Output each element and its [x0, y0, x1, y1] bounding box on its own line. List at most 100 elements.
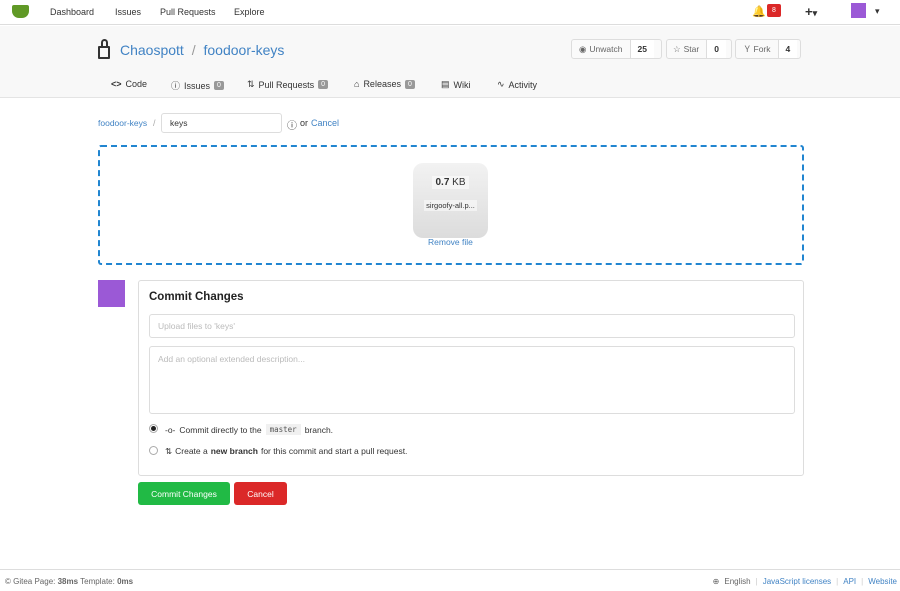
commit-form: Commit Changes Upload files to 'keys' Ad… [138, 280, 804, 476]
radio-new-branch[interactable] [149, 446, 158, 455]
git-commit-icon: -o- [165, 424, 176, 435]
count-badge: 0 [214, 81, 224, 90]
notification-badge[interactable]: 8 [767, 4, 781, 17]
fork-icon: Ｙ [743, 44, 752, 54]
count-badge: 0 [318, 80, 328, 89]
create-menu[interactable]: +▾ [805, 4, 817, 19]
pull-request-icon: ⇅ [247, 79, 255, 89]
summary-placeholder: Upload files to 'keys' [158, 321, 235, 331]
js-licenses-link[interactable]: JavaScript licenses [763, 577, 831, 586]
file-size: 0.7 KB [432, 176, 469, 189]
commit-changes-button[interactable]: Commit Changes [138, 482, 230, 505]
lock-icon [98, 46, 110, 59]
tab-label: Pull Requests [258, 79, 315, 90]
divider: | [861, 577, 864, 586]
commit-description-textarea[interactable]: Add an optional extended description... [149, 346, 795, 414]
option-text: Create a [175, 446, 208, 456]
bell-icon[interactable]: 🔔 [752, 5, 766, 18]
option-text: Commit directly to the [179, 424, 262, 435]
repo-name-link[interactable]: foodoor-keys [204, 42, 285, 58]
tab-releases[interactable]: ⌂ Releases 0 [354, 79, 415, 89]
divider: | [836, 577, 839, 586]
remove-file-link[interactable]: Remove file [428, 237, 473, 247]
page-time: 38ms [57, 577, 79, 586]
tag-icon: ⌂ [354, 79, 360, 89]
file-name: sirgoofy-all.p... [424, 200, 477, 211]
tab-label: Code [125, 79, 148, 89]
fork-label: Fork [753, 44, 771, 54]
branch-name: master [265, 424, 301, 435]
watch-count[interactable]: 25 [629, 40, 654, 58]
globe-icon[interactable]: ⊕ [713, 577, 720, 586]
gitea-logo[interactable] [12, 5, 29, 18]
template-label: Template: [80, 577, 115, 586]
star-count[interactable]: 0 [706, 40, 726, 58]
plus-icon: + [805, 4, 813, 19]
option-text: branch. [304, 424, 334, 435]
fork-count[interactable]: 4 [777, 40, 798, 58]
committer-avatar [98, 280, 125, 307]
count-badge: 0 [404, 79, 415, 89]
website-link[interactable]: Website [868, 577, 897, 586]
caret-icon: ▾ [812, 8, 818, 18]
lock-shackle [101, 39, 108, 47]
language-selector[interactable]: English [724, 577, 750, 586]
directory-input[interactable]: keys [161, 113, 282, 133]
tab-issues[interactable]: ⓘ Issues 0 [171, 79, 224, 92]
footer: © Gitea Page: 38ms Template: 0ms ⊕ Englis… [0, 569, 900, 591]
tab-label: Issues [184, 80, 211, 91]
option-new-branch: ⇅ Create a new branch for this commit and s… [165, 446, 407, 457]
api-link[interactable]: API [843, 577, 856, 586]
size-unit: KB [452, 177, 466, 188]
file-preview: 0.7 KB sirgoofy-all.p... [413, 163, 488, 238]
cancel-button[interactable]: Cancel [234, 482, 287, 505]
tab-label: Activity [508, 79, 538, 90]
breadcrumb-repo[interactable]: foodoor-keys [98, 118, 147, 128]
footer-links: ⊕ English | JavaScript licenses | API | Webs… [713, 577, 897, 586]
separator: / [191, 42, 196, 58]
footer-timing: © Gitea Page: 38ms Template: 0ms [5, 577, 133, 586]
commit-summary-input[interactable]: Upload files to 'keys' [149, 314, 795, 338]
top-nav: Dashboard Issues Pull Requests Explore 🔔… [0, 0, 900, 25]
size-number: 0.7 [435, 177, 450, 188]
nav-issues[interactable]: Issues [115, 7, 141, 17]
option-commit-direct: -o- Commit directly to the master branch. [165, 424, 333, 435]
pull-request-icon: ⇅ [165, 446, 173, 456]
footer-prefix: © Gitea Page: [5, 577, 56, 586]
option-bold: new branch [210, 446, 258, 456]
code-icon: <> [111, 79, 122, 89]
fork-button[interactable]: Ｙ Fork 4 [735, 39, 801, 59]
star-icon: ☆ [673, 43, 681, 54]
nav-pull-requests[interactable]: Pull Requests [160, 7, 216, 17]
star-button[interactable]: ☆ Star 0 [666, 39, 732, 59]
tab-pull-requests[interactable]: ⇅ Pull Requests 0 [247, 79, 328, 90]
eye-icon: ◉ [579, 43, 587, 54]
description-placeholder: Add an optional extended description... [158, 354, 305, 364]
repo-owner-link[interactable]: Chaospott [120, 42, 184, 58]
pulse-icon: ∿ [497, 79, 505, 89]
template-time: 0ms [117, 577, 134, 586]
radio-commit-direct[interactable] [149, 424, 158, 433]
user-avatar[interactable] [851, 3, 866, 18]
tab-label: Releases [363, 79, 401, 89]
breadcrumb-separator: / [153, 118, 156, 128]
cancel-link[interactable]: Cancel [311, 118, 339, 128]
nav-dashboard[interactable]: Dashboard [50, 7, 94, 17]
nav-explore[interactable]: Explore [234, 7, 265, 17]
tab-label: Wiki [453, 79, 471, 90]
watch-label: Unwatch [589, 44, 623, 54]
issue-icon: ⓘ [171, 81, 181, 91]
option-text: for this commit and start a pull request… [260, 446, 408, 456]
tab-activity[interactable]: ∿ Activity [497, 79, 537, 90]
info-icon[interactable]: ⓘ [287, 117, 297, 132]
or-text: or [300, 118, 309, 128]
divider: | [755, 577, 758, 586]
caret-icon[interactable]: ▾ [875, 6, 880, 17]
tab-code[interactable]: <> Code [111, 79, 147, 89]
star-label: Star [683, 44, 700, 54]
book-icon: ▤ [441, 79, 450, 89]
watch-button[interactable]: ◉ Unwatch 25 [571, 39, 662, 59]
tab-wiki[interactable]: ▤ Wiki [441, 79, 471, 90]
commit-form-title: Commit Changes [149, 291, 244, 303]
directory-value: keys [170, 118, 188, 128]
